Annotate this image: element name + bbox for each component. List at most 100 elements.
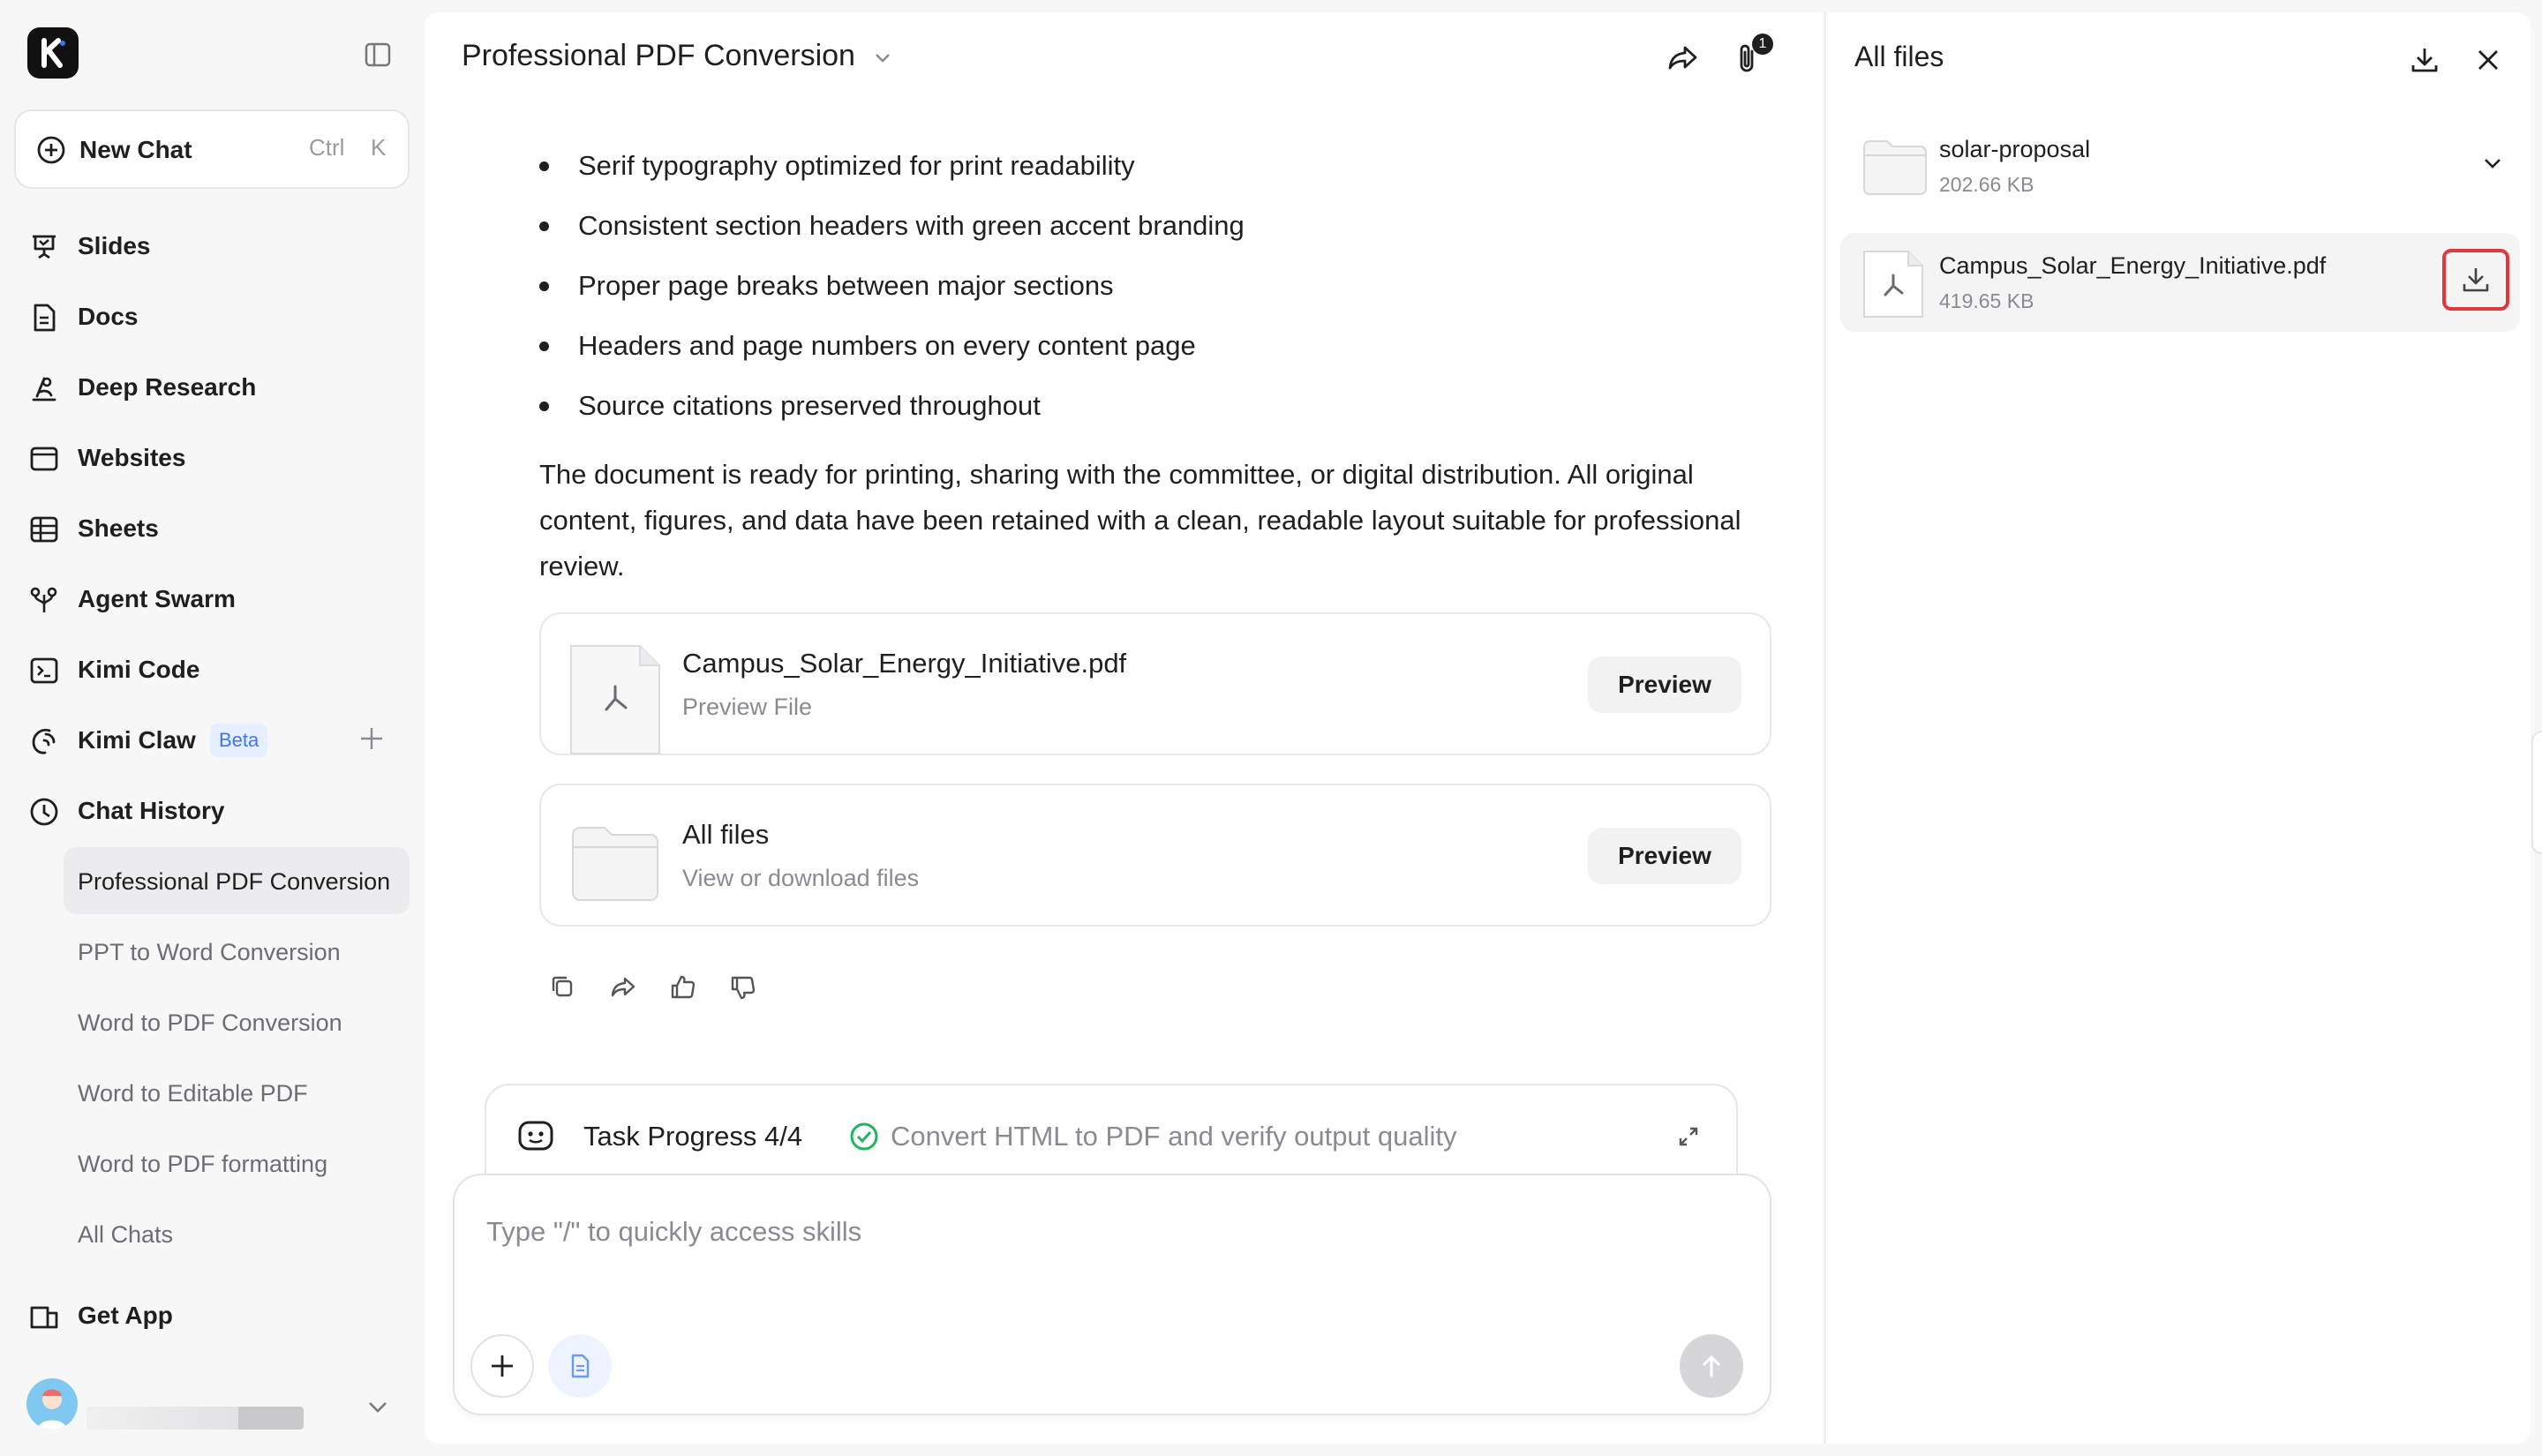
pdf-file-row[interactable]: Campus_Solar_Energy_Initiative.pdf 419.6… [1840, 233, 2520, 332]
sidebar: New Chat Ctrl K Slides Docs Deep Researc… [0, 0, 422, 1456]
sidebar-item-docs[interactable]: Docs [14, 286, 410, 346]
sidebar-toggle-icon[interactable] [362, 39, 394, 71]
file-name: solar-proposal [1939, 136, 2091, 162]
history-item[interactable]: Word to PDF Conversion [64, 988, 410, 1055]
kimi-logo[interactable] [27, 27, 79, 79]
card-file-name: All files [682, 819, 770, 850]
history-item-label: Word to PDF formatting [78, 1151, 328, 1177]
all-files-card[interactable]: All files View or download files Preview [539, 784, 1771, 927]
sidebar-item-kimi-code[interactable]: Kimi Code [14, 639, 410, 699]
task-progress-status: Convert HTML to PDF and verify output qu… [891, 1121, 1457, 1152]
list-item: Headers and page numbers on every conten… [539, 316, 1687, 376]
get-app-label: Get App [78, 1302, 173, 1329]
download-all-icon[interactable] [2403, 39, 2446, 81]
card-file-sub: View or download files [682, 865, 920, 891]
file-size: 202.66 KB [1939, 173, 2034, 196]
new-chat-button[interactable]: New Chat Ctrl K [14, 109, 410, 189]
sidebar-item-label: Agent Swarm [78, 585, 236, 612]
response-paragraph: The document is ready for printing, shar… [539, 459, 1741, 582]
download-file-button[interactable] [2442, 249, 2509, 311]
sidebar-item-kimi-claw[interactable]: Kimi Claw Beta [14, 709, 410, 769]
card-file-sub: Preview File [682, 694, 813, 720]
thumbs-up-icon[interactable] [668, 972, 703, 1008]
beta-badge: Beta [210, 724, 268, 757]
sidebar-item-label: Kimi Code [78, 656, 200, 683]
files-panel-title: All files [1854, 41, 1944, 72]
agent-swarm-icon [28, 584, 60, 616]
kimi-code-icon [28, 655, 60, 687]
history-item-active[interactable]: Professional PDF Conversion [64, 847, 410, 914]
pdf-file-icon [1861, 249, 1925, 319]
sidebar-item-label: Docs [78, 303, 139, 330]
send-button[interactable] [1680, 1334, 1743, 1398]
message-composer[interactable]: Type "/" to quickly access skills [453, 1174, 1771, 1415]
sidebar-item-label: Sheets [78, 514, 159, 542]
folder-icon [1861, 132, 1929, 199]
deep-research-icon [28, 372, 60, 404]
slides-icon [28, 231, 60, 263]
sidebar-item-label: Deep Research [78, 373, 257, 401]
sidebar-item-label: Slides [78, 232, 151, 259]
task-progress-bar[interactable]: Task Progress 4/4 Convert HTML to PDF an… [485, 1084, 1738, 1181]
list-item: Serif typography optimized for print rea… [539, 136, 1687, 196]
sidebar-item-label: Chat History [78, 797, 225, 824]
file-name: Campus_Solar_Energy_Initiative.pdf [1939, 252, 2327, 279]
kimi-claw-icon [28, 725, 60, 757]
history-item-label: PPT to Word Conversion [78, 939, 341, 965]
sidebar-item-slides[interactable]: Slides [14, 215, 410, 275]
folder-icon [569, 815, 661, 907]
history-item[interactable]: PPT to Word Conversion [64, 918, 410, 985]
sidebar-item-websites[interactable]: Websites [14, 427, 410, 487]
sidebar-item-label: Kimi Claw [78, 726, 196, 754]
sidebar-item-label: Websites [78, 444, 186, 471]
all-chats-link[interactable]: All Chats [64, 1200, 410, 1267]
sidebar-item-deep-research[interactable]: Deep Research [14, 356, 410, 417]
expand-icon[interactable] [1676, 1124, 1701, 1149]
clock-icon [28, 796, 60, 828]
add-claw-icon[interactable] [357, 724, 387, 754]
add-attachment-button[interactable] [470, 1334, 534, 1398]
chevron-down-icon[interactable] [2479, 150, 2506, 176]
sidebar-item-sheets[interactable]: Sheets [14, 498, 410, 558]
share-icon[interactable] [1660, 35, 1706, 81]
chat-main: Professional PDF Conversion 1 Serif typo… [425, 12, 1823, 1444]
list-item: Source citations preserved throughout [539, 376, 1687, 436]
sheets-icon [28, 514, 60, 545]
websites-icon [28, 443, 60, 475]
history-item-label: Word to PDF Conversion [78, 1009, 342, 1036]
side-drawer-handle[interactable] [2531, 731, 2542, 854]
avatar[interactable] [26, 1378, 78, 1430]
docs-icon [28, 302, 60, 334]
composer-input[interactable]: Type "/" to quickly access skills [486, 1216, 861, 1248]
check-circle-icon [848, 1121, 880, 1152]
plus-circle-icon [34, 132, 69, 168]
history-item[interactable]: Word to Editable PDF [64, 1059, 410, 1126]
shortcut-key: K [371, 134, 387, 161]
chevron-down-icon[interactable] [360, 1389, 395, 1424]
history-item-label: Professional PDF Conversion [78, 868, 391, 895]
new-chat-label: New Chat [79, 136, 192, 163]
folder-row[interactable]: solar-proposal 202.66 KB [1840, 116, 2520, 215]
share-icon[interactable] [608, 972, 643, 1008]
get-app-button[interactable]: Get App [14, 1285, 410, 1345]
close-icon[interactable] [2467, 39, 2509, 81]
attachment-icon[interactable]: 1 [1726, 34, 1773, 81]
download-icon [2463, 268, 2489, 292]
task-progress-label: Task Progress 4/4 [583, 1121, 803, 1152]
attachment-count-badge: 1 [1752, 34, 1773, 55]
sidebar-item-chat-history[interactable]: Chat History [14, 780, 410, 840]
history-item-label: All Chats [78, 1221, 174, 1248]
document-skill-button[interactable] [548, 1334, 612, 1398]
copy-icon[interactable] [548, 972, 583, 1008]
list-item: Consistent section headers with green ac… [539, 196, 1687, 256]
pdf-file-icon [569, 644, 661, 755]
preview-button[interactable]: Preview [1588, 657, 1741, 713]
sidebar-item-agent-swarm[interactable]: Agent Swarm [14, 568, 410, 628]
pdf-file-card[interactable]: Campus_Solar_Energy_Initiative.pdf Previ… [539, 612, 1771, 755]
history-item-label: Word to Editable PDF [78, 1080, 308, 1107]
chat-title-dropdown[interactable]: Professional PDF Conversion [462, 39, 893, 73]
thumbs-down-icon[interactable] [728, 972, 763, 1008]
list-item: Proper page breaks between major section… [539, 256, 1687, 316]
preview-button[interactable]: Preview [1588, 828, 1741, 884]
history-item[interactable]: Word to PDF formatting [64, 1130, 410, 1197]
